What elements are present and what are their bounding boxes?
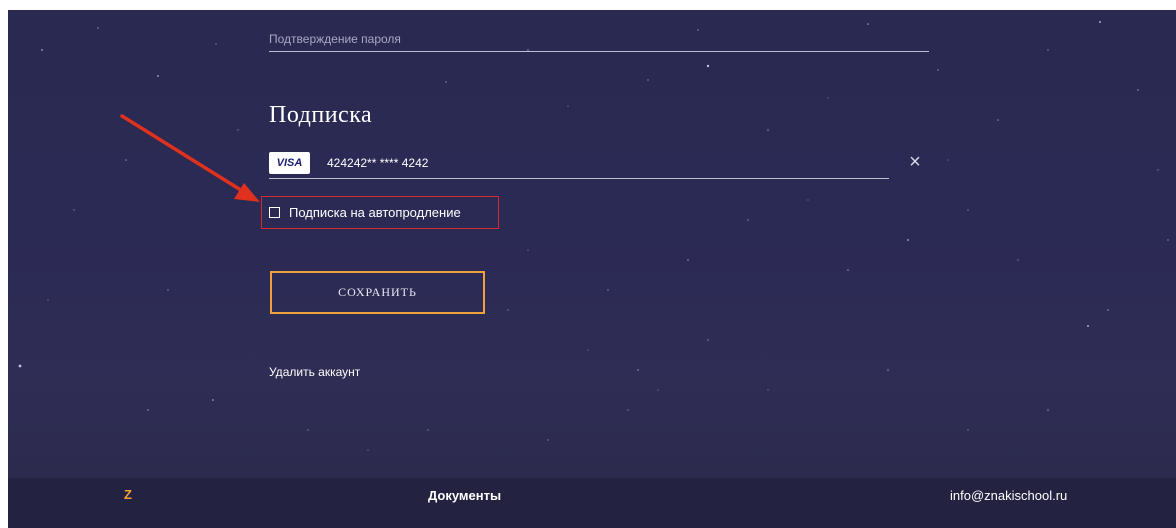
delete-account-link[interactable]: Удалить аккаунт xyxy=(269,365,360,379)
footer-documents-link[interactable]: Документы xyxy=(428,488,501,503)
footer-email-link[interactable]: info@znakischool.ru xyxy=(950,488,1067,503)
subscription-title: Подписка xyxy=(269,102,373,128)
footer-logo-icon[interactable]: Z xyxy=(124,487,132,502)
card-field-underline xyxy=(269,178,889,179)
profile-page: Подтверждение пароля Подписка VISA 42424… xyxy=(8,10,1176,528)
footer: Z Документы info@znakischool.ru xyxy=(8,478,1176,528)
card-number: 424242** **** 4242 xyxy=(327,156,429,170)
starry-background xyxy=(18,21,1169,451)
confirm-password-input[interactable]: Подтверждение пароля xyxy=(269,32,401,46)
confirm-password-underline xyxy=(269,51,929,52)
autorenew-label[interactable]: Подписка на автопродление xyxy=(289,205,461,220)
annotation-arrow-icon xyxy=(120,114,260,202)
close-icon[interactable]: × xyxy=(906,152,924,172)
visa-logo-icon: VISA xyxy=(269,152,310,174)
save-button[interactable]: СОХРАНИТЬ xyxy=(270,271,485,314)
autorenew-checkbox[interactable] xyxy=(269,207,280,218)
card-field[interactable]: VISA 424242** **** 4242 xyxy=(269,148,889,178)
